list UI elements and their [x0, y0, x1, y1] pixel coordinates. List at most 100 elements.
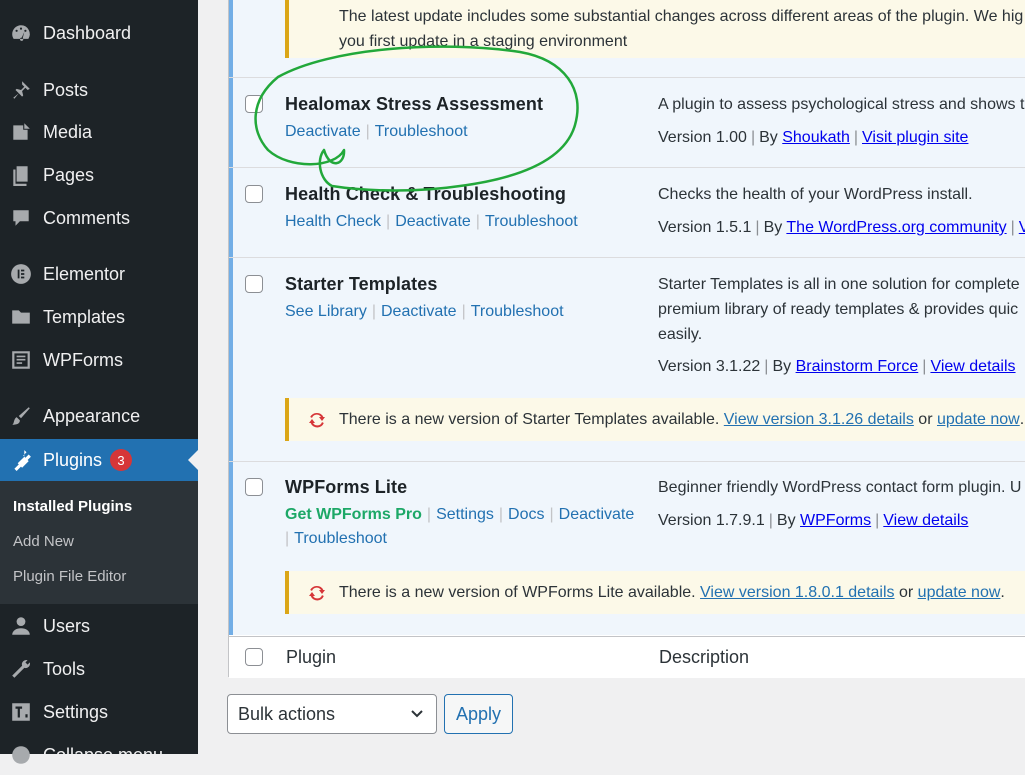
troubleshoot-link[interactable]: Troubleshoot	[485, 213, 578, 230]
update-warning-notice: The latest update includes some substant…	[285, 0, 1025, 58]
menu-label: Collapse menu	[43, 744, 164, 765]
deactivate-link[interactable]: Deactivate	[395, 213, 471, 230]
menu-appearance[interactable]: Appearance	[0, 396, 198, 436]
update-refresh-icon	[309, 412, 325, 428]
view-version-details-link[interactable]: View version 1.8.0.1 details	[700, 584, 894, 602]
by-label: By	[763, 219, 783, 236]
menu-label: Dashboard	[43, 22, 132, 43]
menu-settings[interactable]: Settings	[0, 692, 198, 732]
update-now-link[interactable]: update now	[918, 584, 1001, 602]
menu-comments[interactable]: Comments	[0, 198, 198, 238]
description-line: Starter Templates is all in one solution…	[658, 276, 1020, 293]
deactivate-link[interactable]: Deactivate	[285, 123, 361, 140]
docs-link[interactable]: Docs	[508, 506, 544, 523]
menu-tools[interactable]: Tools	[0, 649, 198, 689]
chevron-down-icon	[411, 710, 423, 718]
column-header-plugin[interactable]: Plugin	[286, 647, 336, 668]
menu-templates[interactable]: Templates	[0, 297, 198, 337]
by-label: By	[759, 129, 778, 146]
dashboard-icon	[10, 22, 32, 44]
select-all-checkbox[interactable]	[245, 648, 263, 666]
menu-media[interactable]: Media	[0, 112, 198, 152]
author-link[interactable]: Shoukath	[782, 129, 850, 146]
submenu-plugin-file-editor[interactable]: Plugin File Editor	[13, 568, 126, 585]
menu-posts[interactable]: Posts	[0, 70, 198, 110]
menu-wpforms[interactable]: WPForms	[0, 340, 198, 380]
view-details-link[interactable]: View details	[930, 358, 1015, 375]
update-now-link[interactable]: update now	[937, 411, 1020, 429]
plugin-version: Version 1.5.1	[658, 219, 752, 236]
select-plugin-checkbox[interactable]	[245, 275, 263, 293]
brush-icon	[10, 405, 32, 427]
plugin-row-wpforms-lite: WPForms Lite Get WPForms Pro | Settings | Do…	[229, 462, 1025, 635]
plugin-meta: Version 1.5.1 | By The WordPress.org commu…	[658, 219, 1025, 237]
update-notice: There is a new version of WPForms Lite a…	[285, 571, 1025, 614]
wrench-icon	[10, 658, 32, 680]
menu-plugins[interactable]: Plugins 3	[0, 439, 198, 481]
admin-sidebar: Dashboard Posts Media Pages Comments Ele…	[0, 0, 198, 765]
menu-collapse[interactable]: Collapse menu	[0, 735, 198, 775]
plugin-meta: Version 1.7.9.1 | By WPForms | View details	[658, 512, 969, 529]
plugin-row-starter-templates: Starter Templates See Library | Deactivate…	[229, 258, 1025, 461]
menu-users[interactable]: Users	[0, 606, 198, 646]
notice-text-line: you first update in a staging environmen…	[339, 33, 628, 50]
menu-label: Pages	[43, 164, 95, 185]
bulk-actions-select[interactable]: Bulk actions	[227, 694, 437, 734]
settings-icon	[10, 701, 32, 723]
notice-text-line: The latest update includes some substant…	[339, 8, 1024, 25]
menu-label: Users	[43, 615, 91, 636]
plug-icon	[10, 449, 32, 471]
update-refresh-icon	[309, 585, 325, 601]
view-details-link[interactable]: View details	[883, 512, 968, 529]
author-link[interactable]: WPForms	[800, 512, 871, 529]
update-count-badge: 3	[110, 449, 133, 471]
submenu-installed-plugins[interactable]: Installed Plugins	[13, 498, 132, 515]
plugin-row-partial: The latest update includes some substant…	[229, 0, 1025, 77]
settings-link[interactable]: Settings	[436, 506, 494, 523]
plugins-table: The latest update includes some substant…	[228, 0, 1025, 678]
menu-pages[interactable]: Pages	[0, 155, 198, 195]
folder-icon	[10, 306, 32, 328]
menu-label: Plugins	[43, 449, 103, 470]
plugin-description: Checks the health of your WordPress inst…	[658, 186, 973, 203]
description-line: easily.	[658, 326, 703, 343]
menu-dashboard[interactable]: Dashboard	[0, 13, 198, 53]
health-check-link[interactable]: Health Check	[285, 213, 381, 230]
plugins-submenu: Installed Plugins Add New Plugin File Ed…	[0, 481, 198, 604]
deactivate-link[interactable]: Deactivate	[559, 506, 635, 523]
menu-label: Elementor	[43, 263, 126, 284]
troubleshoot-link[interactable]: Troubleshoot	[294, 530, 387, 547]
plugin-meta: Version 3.1.22 | By Brainstorm Force | View …	[658, 358, 1016, 375]
user-icon	[10, 615, 32, 637]
see-library-link[interactable]: See Library	[285, 303, 367, 320]
menu-label: Media	[43, 121, 93, 142]
troubleshoot-link[interactable]: Troubleshoot	[471, 303, 564, 320]
get-wpforms-pro-link[interactable]: Get WPForms Pro	[285, 506, 422, 523]
troubleshoot-link[interactable]: Troubleshoot	[375, 123, 468, 140]
update-notice-text: There is a new version of Starter Templa…	[339, 410, 720, 428]
submenu-add-new[interactable]: Add New	[13, 533, 74, 550]
author-link[interactable]: Brainstorm Force	[796, 358, 919, 375]
plugin-name: WPForms Lite	[285, 477, 408, 497]
select-plugin-checkbox[interactable]	[245, 95, 263, 113]
apply-button[interactable]: Apply	[444, 694, 513, 734]
menu-elementor[interactable]: Elementor	[0, 254, 198, 294]
by-label: By	[772, 358, 792, 375]
view-details-link[interactable]: V	[1019, 219, 1025, 236]
plugin-description: A plugin to assess psychological stress …	[658, 96, 1025, 113]
select-plugin-checkbox[interactable]	[245, 478, 263, 496]
view-version-details-link[interactable]: View version 3.1.26 details	[724, 411, 914, 429]
plugin-actions: Deactivate | Troubleshoot	[285, 123, 468, 140]
select-plugin-checkbox[interactable]	[245, 185, 263, 203]
plugin-row-health-check: Health Check & Troubleshooting Health Ch…	[229, 168, 1025, 257]
visit-plugin-site-link[interactable]: Visit plugin site	[862, 129, 968, 146]
menu-label: Posts	[43, 79, 89, 100]
plugin-version: Version 3.1.22	[658, 358, 761, 375]
update-notice-text: There is a new version of WPForms Lite a…	[339, 583, 696, 601]
elementor-icon	[10, 263, 32, 285]
plugin-name: Health Check & Troubleshooting	[285, 184, 567, 204]
by-label: By	[776, 512, 796, 529]
author-link[interactable]: The WordPress.org community	[786, 219, 1006, 236]
deactivate-link[interactable]: Deactivate	[381, 303, 457, 320]
column-header-description: Description	[659, 647, 750, 667]
